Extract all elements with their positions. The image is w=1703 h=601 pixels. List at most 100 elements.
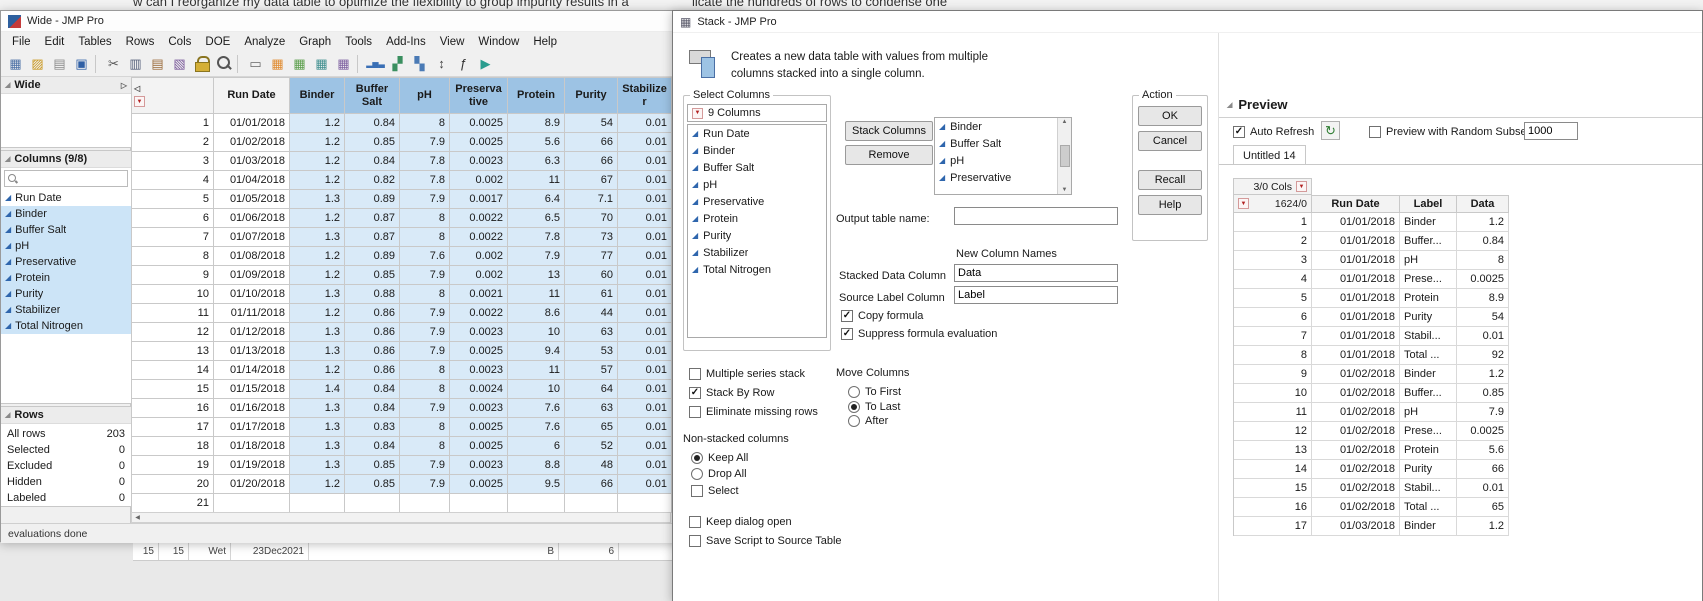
data-cell[interactable]: 0.84 (345, 380, 400, 399)
data-cell[interactable]: 0.01 (618, 475, 672, 494)
data-cell[interactable]: 7.9 (508, 247, 565, 266)
preview-data-cell[interactable]: 01/02/2018 (1312, 384, 1400, 403)
data-cell[interactable]: 52 (565, 437, 618, 456)
stack-table-icon[interactable]: ▦ (333, 53, 354, 74)
data-cell[interactable]: 1.2 (290, 266, 345, 285)
data-cell[interactable]: 0.0025 (450, 114, 508, 133)
preview-data-cell[interactable]: 01/02/2018 (1312, 460, 1400, 479)
data-cell[interactable]: 53 (565, 342, 618, 361)
data-cell[interactable]: 0.01 (618, 418, 672, 437)
cancel-button[interactable]: Cancel (1138, 131, 1202, 151)
data-cell[interactable]: 0.01 (618, 152, 672, 171)
recall-button[interactable]: Recall (1138, 170, 1202, 190)
data-cell[interactable]: 0.0025 (450, 418, 508, 437)
preview-rows-header[interactable]: ▼ 1624/0 (1234, 195, 1312, 213)
menu-rows[interactable]: Rows (119, 34, 162, 50)
data-cell[interactable]: 0.01 (618, 171, 672, 190)
preview-data-cell[interactable]: 66 (1457, 460, 1509, 479)
data-cell[interactable]: 1.2 (290, 209, 345, 228)
preview-row-number[interactable]: 13 (1234, 441, 1312, 460)
new-journal-icon[interactable]: ▤ (49, 53, 70, 74)
red-triangle-icon[interactable]: ▼ (692, 107, 703, 119)
preview-data-cell[interactable]: 01/01/2018 (1312, 289, 1400, 308)
data-cell[interactable]: 7.8 (508, 228, 565, 247)
data-cell[interactable]: 01/13/2018 (214, 342, 290, 361)
scrollbar-thumb[interactable] (1059, 145, 1070, 167)
row-number[interactable]: 20 (132, 475, 214, 494)
help-button[interactable]: Help (1138, 195, 1202, 215)
refresh-icon[interactable]: ↻ (1321, 121, 1340, 140)
preview-data-cell[interactable]: Binder (1400, 517, 1457, 536)
menu-tools[interactable]: Tools (338, 34, 379, 50)
copy-formula-checkbox[interactable]: Copy formula (841, 309, 923, 323)
data-cell[interactable]: 57 (565, 361, 618, 380)
row-number[interactable]: 21 (132, 494, 214, 513)
data-cell[interactable]: 0.0023 (450, 323, 508, 342)
data-cell[interactable]: 01/07/2018 (214, 228, 290, 247)
data-cell[interactable]: 1.2 (290, 171, 345, 190)
eliminate-missing-rows-checkbox[interactable]: Eliminate missing rows (689, 405, 818, 419)
preview-data-cell[interactable]: pH (1400, 251, 1457, 270)
stacked-column-ph[interactable]: ◢ pH (935, 152, 1057, 169)
data-cell[interactable]: 7.6 (508, 418, 565, 437)
row-number[interactable]: 18 (132, 437, 214, 456)
data-cell[interactable]: 7.9 (400, 266, 450, 285)
data-cell[interactable]: 8 (400, 285, 450, 304)
data-cell[interactable] (214, 494, 290, 513)
preview-data-cell[interactable]: 1.2 (1457, 365, 1509, 384)
data-cell[interactable]: 0.84 (345, 114, 400, 133)
data-cell[interactable]: 7.6 (400, 247, 450, 266)
data-cell[interactable]: 8 (400, 114, 450, 133)
data-cell[interactable]: 01/10/2018 (214, 285, 290, 304)
preview-data-cell[interactable]: pH (1400, 403, 1457, 422)
preview-row-number[interactable]: 11 (1234, 403, 1312, 422)
data-cell[interactable]: 0.01 (618, 399, 672, 418)
data-cell[interactable]: 1.2 (290, 475, 345, 494)
data-cell[interactable]: 0.87 (345, 209, 400, 228)
data-cell[interactable]: 6 (508, 437, 565, 456)
data-cell[interactable] (345, 494, 400, 513)
data-cell[interactable]: 67 (565, 171, 618, 190)
stack-columns-button[interactable]: Stack Columns (845, 121, 933, 141)
data-cell[interactable]: 01/05/2018 (214, 190, 290, 209)
data-cell[interactable]: 8.6 (508, 304, 565, 323)
data-cell[interactable]: 64 (565, 380, 618, 399)
preview-header[interactable]: ◢ Preview (1227, 97, 1288, 112)
columns-panel-header[interactable]: ◢ Columns (9/8) (1, 151, 131, 168)
paste-icon[interactable]: ▤ (147, 53, 168, 74)
preview-data-cell[interactable]: 01/01/2018 (1312, 232, 1400, 251)
data-cell[interactable]: 0.01 (618, 247, 672, 266)
distribution-icon[interactable]: ▂▅▃ (365, 53, 386, 74)
data-cell[interactable]: 0.01 (618, 456, 672, 475)
data-cell[interactable]: 0.0025 (450, 133, 508, 152)
select-column-buffer-salt[interactable]: ◢ Buffer Salt (688, 159, 826, 176)
preview-data-cell[interactable]: Total ... (1400, 498, 1457, 517)
preview-row-number[interactable]: 4 (1234, 270, 1312, 289)
collapse-sidebar-icon[interactable]: ◁ (134, 84, 140, 93)
preview-data-cell[interactable]: Purity (1400, 460, 1457, 479)
summary-table-icon[interactable]: ▦ (267, 53, 288, 74)
scroll-left-icon[interactable]: ◀ (132, 515, 143, 521)
row-number[interactable]: 16 (132, 399, 214, 418)
data-cell[interactable]: 10 (508, 380, 565, 399)
row-number[interactable]: 4 (132, 171, 214, 190)
menu-graph[interactable]: Graph (292, 34, 338, 50)
data-cell[interactable]: 01/15/2018 (214, 380, 290, 399)
table-panel-header[interactable]: ◢ Wide ▷ (1, 77, 131, 94)
select-column-binder[interactable]: ◢ Binder (688, 142, 826, 159)
data-cell[interactable]: 7.9 (400, 323, 450, 342)
data-cell[interactable]: 0.0023 (450, 399, 508, 418)
data-cell[interactable]: 7.8 (400, 152, 450, 171)
select-column-run-date[interactable]: ◢ Run Date (688, 125, 826, 142)
preview-tab[interactable]: Untitled 14 (1233, 145, 1306, 165)
open-icon[interactable]: ▨ (27, 53, 48, 74)
auto-refresh-checkbox[interactable]: Auto Refresh (1233, 125, 1314, 139)
preview-row-number[interactable]: 3 (1234, 251, 1312, 270)
new-data-table-icon[interactable]: ▦ (5, 53, 26, 74)
data-cell[interactable]: 1.3 (290, 399, 345, 418)
data-cell[interactable]: 01/02/2018 (214, 133, 290, 152)
data-cell[interactable]: 01/04/2018 (214, 171, 290, 190)
data-cell[interactable]: 01/01/2018 (214, 114, 290, 133)
data-cell[interactable]: 8 (400, 361, 450, 380)
data-cell[interactable]: 0.86 (345, 323, 400, 342)
